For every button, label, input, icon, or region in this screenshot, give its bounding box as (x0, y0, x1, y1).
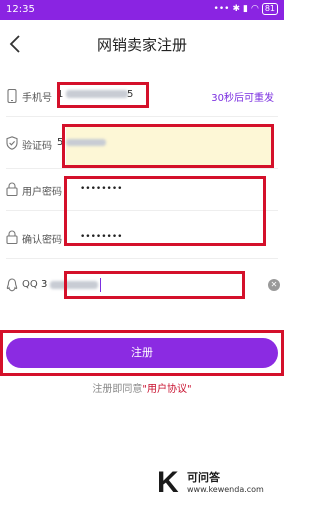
user-agreement-link[interactable]: "用户协议" (142, 384, 191, 395)
bluetooth-icon: ✱ (232, 4, 240, 14)
password-label: 用户密码 (22, 187, 62, 198)
signal-icon: ▮ (243, 4, 248, 14)
watermark-url: www.kewenda.com (187, 485, 264, 494)
dots-icon: ••• (213, 4, 230, 14)
battery-icon: 81 (261, 3, 278, 15)
header: 网销卖家注册 (0, 20, 284, 68)
page-title: 网销卖家注册 (96, 36, 187, 54)
qq-penguin-icon (6, 278, 18, 292)
wifi-icon: ◠ (250, 4, 259, 14)
qq-field-highlight[interactable] (64, 271, 245, 299)
status-time: 12:35 (6, 4, 35, 15)
clear-input-icon[interactable]: ✕ (268, 279, 280, 291)
phone-icon (7, 89, 17, 103)
resend-code-button[interactable]: 30秒后可重发 (211, 89, 274, 104)
divider (6, 116, 278, 117)
watermark-mark: K (157, 466, 179, 499)
phone-field-highlight[interactable] (57, 82, 149, 108)
qq-value-head: 3 (41, 279, 48, 290)
lock-icon (6, 230, 18, 244)
divider (6, 258, 278, 259)
qq-label: QQ (22, 279, 38, 290)
shield-check-icon (6, 136, 18, 150)
code-label: 验证码 (22, 141, 52, 152)
phone-label: 手机号 (22, 93, 52, 104)
watermark-logo: K 可问答 www.kewenda.com (157, 466, 277, 500)
agreement-prefix: 注册即同意 (92, 384, 143, 395)
register-button[interactable]: 注册 (6, 338, 278, 368)
status-bar: 12:35 ••• ✱ ▮ ◠ 81 (0, 0, 284, 20)
divider (6, 168, 278, 169)
watermark-title: 可问答 (187, 471, 220, 484)
confirm-password-label: 确认密码 (22, 235, 62, 246)
code-field-highlight[interactable] (62, 124, 274, 168)
status-icons: ••• ✱ ▮ ◠ 81 (214, 3, 278, 15)
agreement-text: 注册即同意"用户协议" (0, 380, 284, 395)
lock-icon (6, 182, 18, 196)
password-fields-highlight[interactable] (64, 176, 266, 246)
